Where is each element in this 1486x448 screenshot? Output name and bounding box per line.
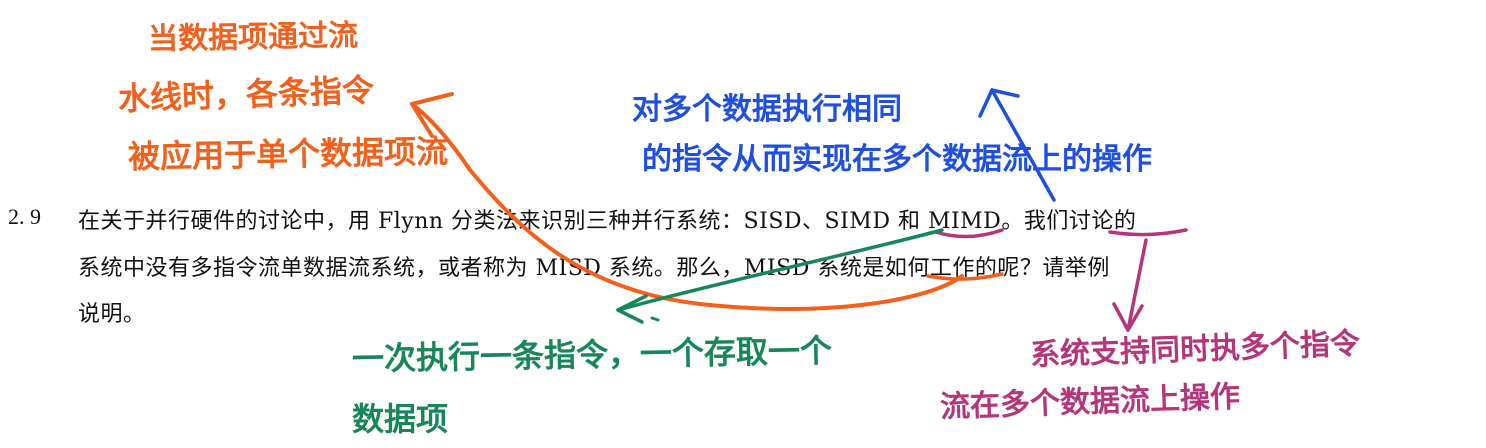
- question-line-1: 在关于并行硬件的讨论中，用 Flynn 分类法来识别三种并行系统：SISD、SI…: [78, 209, 1137, 234]
- question-number: 2. 9: [8, 204, 41, 229]
- purple-arrow-line: [1126, 238, 1148, 332]
- blue-note-line-1: 对多个数据执行相同: [632, 92, 902, 127]
- question-line-3: 说明。: [78, 302, 146, 327]
- green-note-line-1: 一次执行一条指令，一个存取一个: [351, 331, 833, 378]
- blue-note-line-2: 的指令从而实现在多个数据流上的操作: [642, 142, 1152, 177]
- green-note-line-2: 数据项: [352, 400, 449, 438]
- green-stray-mark: [650, 316, 660, 322]
- orange-note-line-2: 水线时，各条指令: [117, 71, 375, 118]
- orange-note-line-1: 当数据项通过流: [147, 18, 359, 57]
- orange-note-line-3: 被应用于单个数据项流: [127, 132, 449, 176]
- purple-note-line-2: 流在多个数据流上操作: [939, 379, 1241, 425]
- purple-note-line-1: 系统支持同时执多个指令: [1029, 326, 1361, 373]
- blue-arrow-head-icon: [978, 88, 1020, 118]
- green-arrow-head-icon: [616, 294, 648, 324]
- question-line-2: 系统中没有多指令流单数据流系统，或者称为 MISD 系统。那么，MISD 系统是…: [78, 256, 1110, 281]
